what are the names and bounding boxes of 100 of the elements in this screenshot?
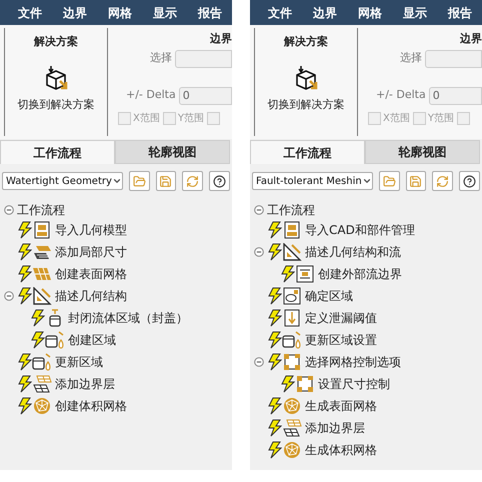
lightning-icon xyxy=(268,221,282,239)
checkbox-label: Y范围 xyxy=(178,112,204,126)
tree-item[interactable]: 描述几何结构 xyxy=(55,287,127,305)
triangle-ruler-icon xyxy=(282,243,302,261)
lightning-icon xyxy=(18,375,32,393)
lightning-icon xyxy=(18,353,32,371)
checkbox-label: Y范围 xyxy=(428,112,454,126)
folder-icon xyxy=(132,174,146,188)
lightning-icon xyxy=(268,397,282,415)
lightning-icon xyxy=(281,375,295,393)
lightning-icon xyxy=(268,419,282,437)
menu-item[interactable]: 显示 xyxy=(153,4,177,22)
select-field[interactable] xyxy=(425,50,482,68)
tree-item[interactable]: 设置尺寸控制 xyxy=(318,375,390,393)
refresh-button[interactable] xyxy=(432,171,454,191)
menu-item[interactable]: 边界 xyxy=(313,4,337,22)
document-icon xyxy=(282,221,302,239)
refresh-button[interactable] xyxy=(182,171,204,191)
field-label: +/- Delta xyxy=(376,87,426,104)
tree-item[interactable]: 选择网格控制选项 xyxy=(305,353,401,371)
workflow-dropdown[interactable]: Fault-tolerant Meshin xyxy=(252,172,373,190)
lightning-icon xyxy=(31,309,45,327)
select-field[interactable] xyxy=(175,50,232,68)
collapse-toggle[interactable] xyxy=(254,357,264,367)
save-button[interactable] xyxy=(406,171,426,191)
menu-item[interactable]: 显示 xyxy=(403,4,427,22)
tab[interactable]: 工作流程 xyxy=(0,140,115,164)
tab[interactable]: 轮廓视图 xyxy=(115,140,230,164)
tree-item[interactable]: 生成体积网格 xyxy=(305,441,377,459)
tree-item[interactable]: 更新区域设置 xyxy=(305,331,377,349)
document-icon xyxy=(32,221,52,239)
lightning-icon xyxy=(18,265,32,283)
tree-root[interactable]: 工作流程 xyxy=(17,201,65,219)
region-icon xyxy=(282,287,302,305)
menu-item[interactable]: 边界 xyxy=(63,4,87,22)
tab[interactable]: 工作流程 xyxy=(250,140,365,164)
field-label: 选择 xyxy=(400,50,422,66)
box-arrow-icon xyxy=(293,64,319,90)
save-button[interactable] xyxy=(156,171,176,191)
menu-item[interactable]: 网格 xyxy=(108,4,132,22)
open-folder-button[interactable] xyxy=(378,171,400,191)
tree-item[interactable]: 创建表面网格 xyxy=(55,265,127,283)
collapse-toggle[interactable] xyxy=(4,205,14,215)
collapse-toggle[interactable] xyxy=(254,247,264,257)
menu-item[interactable]: 报告 xyxy=(198,4,222,22)
switch-solution-button[interactable]: 切换到解决方案 xyxy=(18,64,94,113)
lightning-icon xyxy=(268,331,282,349)
tree-item[interactable]: 导入几何模型 xyxy=(55,221,127,239)
group-title: 解决方案 xyxy=(284,34,328,50)
tree-item[interactable]: 创建区域 xyxy=(68,331,116,349)
caret-icon xyxy=(112,176,122,186)
menu-item[interactable]: 文件 xyxy=(268,4,292,22)
lightning-icon xyxy=(268,441,282,459)
lightning-icon xyxy=(18,397,32,415)
menu-item[interactable]: 报告 xyxy=(448,4,472,22)
lightning-icon xyxy=(31,331,45,349)
field-label: +/- Delta xyxy=(126,87,176,104)
folder-icon xyxy=(382,174,396,188)
tree-item[interactable]: 封闭流体区域（封盖） xyxy=(68,309,188,327)
workflow-dropdown[interactable]: Watertight Geometry xyxy=(2,172,123,190)
help-icon xyxy=(213,174,226,188)
lightning-icon xyxy=(268,243,282,261)
tree-item[interactable]: 创建体积网格 xyxy=(55,397,127,415)
caret-icon xyxy=(362,176,372,186)
save-icon xyxy=(159,174,172,188)
lightning-icon xyxy=(268,287,282,305)
flow-boundary-icon xyxy=(295,265,315,283)
tree-item[interactable]: 描述几何结构和流 xyxy=(305,243,401,261)
collapse-toggle[interactable] xyxy=(4,291,14,301)
tree-item[interactable]: 添加边界层 xyxy=(55,375,115,393)
corner-frame-icon xyxy=(295,375,315,393)
lightning-icon xyxy=(268,353,282,371)
tree-root[interactable]: 工作流程 xyxy=(267,201,315,219)
tree-item[interactable]: 确定区域 xyxy=(305,287,353,305)
tree-item[interactable]: 更新区域 xyxy=(55,353,103,371)
grid-layers-icon xyxy=(32,243,52,261)
mesh-sphere-icon xyxy=(282,441,302,459)
tree-item[interactable]: 生成表面网格 xyxy=(305,397,377,415)
tab[interactable]: 轮廓视图 xyxy=(365,140,480,164)
tree-item[interactable]: 添加局部尺寸 xyxy=(55,243,127,261)
tree-item[interactable]: 添加边界层 xyxy=(305,419,365,437)
menu-item[interactable]: 文件 xyxy=(18,4,42,22)
switch-solution-button[interactable]: 切换到解决方案 xyxy=(268,64,344,113)
box-arrow-icon xyxy=(43,64,69,90)
group-title: 边界 xyxy=(210,31,232,47)
help-button[interactable] xyxy=(459,171,480,191)
menu-item[interactable]: 网格 xyxy=(358,4,382,22)
open-folder-button[interactable] xyxy=(128,171,150,191)
delta-field[interactable]: 0 xyxy=(428,86,482,104)
delta-field[interactable]: 0 xyxy=(178,86,232,104)
tree-item[interactable]: 定义泄漏阈值 xyxy=(305,309,377,327)
cylinder-drop-icon xyxy=(282,331,302,349)
corner-frame-icon xyxy=(282,353,302,371)
refresh-icon xyxy=(436,174,450,188)
collapse-toggle[interactable] xyxy=(254,205,264,215)
mesh-sphere-icon xyxy=(282,397,302,415)
checkbox-label: X范围 xyxy=(383,112,410,126)
tree-item[interactable]: 导入CAD和部件管理 xyxy=(305,221,415,239)
tree-item[interactable]: 创建外部流边界 xyxy=(318,265,402,283)
help-button[interactable] xyxy=(209,171,230,191)
